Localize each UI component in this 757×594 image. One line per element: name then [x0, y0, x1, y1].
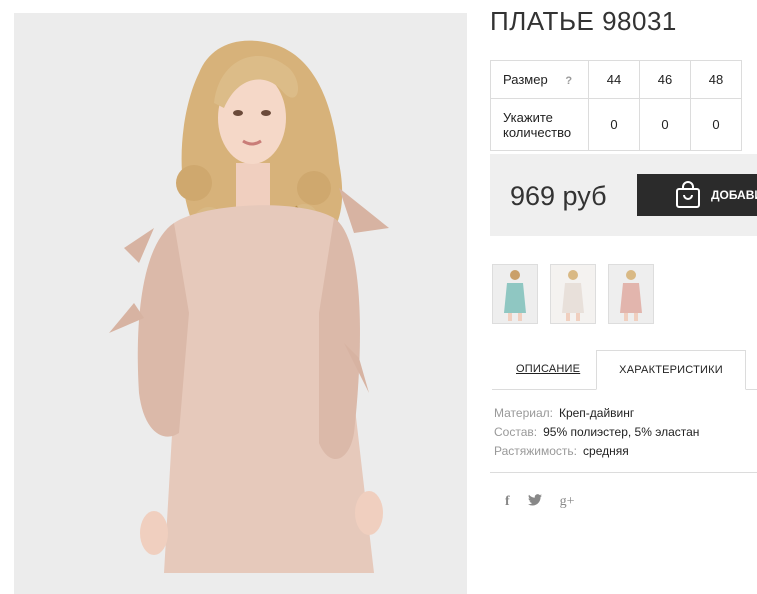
googleplus-icon[interactable]: g+ — [560, 494, 575, 510]
price: 969 руб — [510, 181, 607, 211]
specs-list: Материал: Креп-дайвинг Состав: 95% полиэст… — [494, 404, 699, 461]
spec-key: Материал: — [494, 406, 553, 420]
size-label-cell: Размер ? — [490, 60, 589, 99]
size-label: Размер — [503, 72, 548, 87]
thumbnail-strip — [492, 264, 654, 324]
divider — [490, 472, 757, 473]
thumbnail-pink[interactable] — [608, 264, 654, 324]
product-title: ПЛАТЬЕ 98031 — [490, 6, 677, 36]
spec-value: Креп-дайвинг — [558, 406, 635, 420]
spec-key: Состав: — [494, 425, 538, 439]
spec-row: Материал: Креп-дайвинг — [494, 404, 699, 423]
quantity-input-48[interactable]: 0 — [690, 98, 742, 151]
size-help-icon[interactable]: ? — [565, 75, 572, 87]
social-share: f g+ — [505, 494, 575, 510]
size-44: 44 — [588, 60, 640, 99]
model-illustration — [14, 13, 467, 594]
shopping-bag-icon — [675, 181, 701, 209]
quantity-label: Укажите количество — [490, 98, 589, 151]
product-tabs: ОПИСАНИЕ ХАРАКТЕРИСТИКИ — [492, 350, 757, 390]
quantity-input-46[interactable]: 0 — [639, 98, 691, 151]
thumbnail-mint[interactable] — [492, 264, 538, 324]
add-to-cart-label: ДОБАВИТЬ — [711, 188, 757, 202]
spec-value: 95% полиэстер, 5% эластан — [543, 425, 700, 439]
thumbnail-white[interactable] — [550, 264, 596, 324]
size-quantity-table: Размер ? 44 46 48 Укажите количество 0 0… — [490, 60, 742, 151]
facebook-icon[interactable]: f — [505, 494, 510, 510]
spec-row: Растяжимость: средняя — [494, 442, 699, 461]
twitter-icon[interactable] — [527, 494, 542, 510]
spec-key: Растяжимость: — [494, 444, 578, 458]
tab-description[interactable]: ОПИСАНИЕ — [516, 350, 580, 389]
size-48: 48 — [690, 60, 742, 99]
quantity-input-44[interactable]: 0 — [588, 98, 640, 151]
size-46: 46 — [639, 60, 691, 99]
spec-value: средняя — [583, 444, 629, 458]
add-to-cart-button[interactable]: ДОБАВИТЬ — [637, 174, 757, 216]
spec-row: Состав: 95% полиэстер, 5% эластан — [494, 423, 699, 442]
product-photo[interactable] — [14, 13, 467, 594]
purchase-box: 969 руб ДОБАВИТЬ — [490, 154, 757, 236]
tab-characteristics[interactable]: ХАРАКТЕРИСТИКИ — [596, 350, 746, 390]
